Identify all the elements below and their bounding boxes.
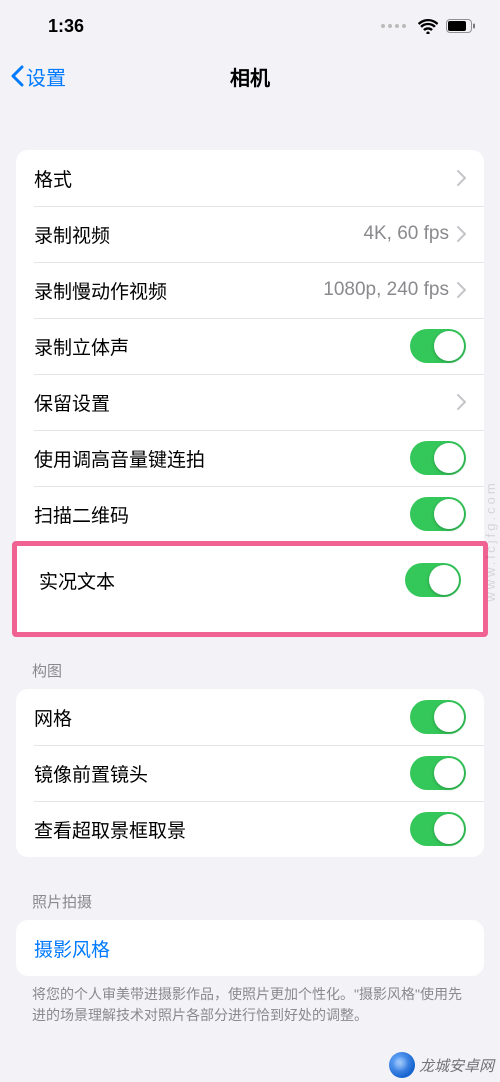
nav-back-label: 设置	[26, 62, 66, 91]
toggle-scan-qr[interactable]	[410, 497, 466, 531]
row-label: 录制立体声	[34, 333, 410, 360]
row-record-video[interactable]: 录制视频 4K, 60 fps	[16, 206, 484, 262]
row-record-slomo[interactable]: 录制慢动作视频 1080p, 240 fps	[16, 262, 484, 318]
chevron-right-icon	[457, 282, 466, 298]
page-title: 相机	[230, 62, 270, 91]
nav-header: 设置 相机	[0, 48, 500, 104]
row-live-text: 实况文本	[17, 552, 483, 608]
highlight-live-text: 实况文本	[12, 541, 488, 637]
settings-group-photo-capture: 摄影风格	[16, 920, 484, 976]
watermark-text: 龙城安卓网	[419, 1055, 494, 1076]
row-label: 摄影风格	[34, 935, 466, 962]
row-detail: 1080p, 240 fps	[323, 279, 449, 301]
row-scan-qr: 扫描二维码	[16, 486, 484, 542]
row-detail: 4K, 60 fps	[363, 223, 449, 245]
row-photographic-styles[interactable]: 摄影风格	[16, 920, 484, 976]
watermark-badge-icon	[389, 1052, 415, 1078]
row-label: 使用调高音量键连拍	[34, 445, 410, 472]
watermark-corner: 龙城安卓网	[389, 1052, 494, 1078]
row-stereo-sound: 录制立体声	[16, 318, 484, 374]
nav-back-button[interactable]: 设置	[0, 62, 66, 91]
row-label: 录制慢动作视频	[34, 277, 323, 304]
settings-group-composition: 网格 镜像前置镜头 查看超取景框取景	[16, 689, 484, 857]
status-icons	[381, 19, 476, 34]
cellular-dots-icon	[381, 24, 406, 28]
row-label: 查看超取景框取景	[34, 816, 410, 843]
status-time: 1:36	[48, 16, 84, 37]
toggle-live-text[interactable]	[405, 563, 461, 597]
toggle-view-outside-frame[interactable]	[410, 812, 466, 846]
row-label: 录制视频	[34, 221, 363, 248]
group-header-photo-capture: 照片拍摄	[0, 857, 500, 920]
toggle-mirror-front[interactable]	[410, 756, 466, 790]
row-label: 保留设置	[34, 389, 457, 416]
row-label: 镜像前置镜头	[34, 760, 410, 787]
watermark-side: www.lcjfg.com	[483, 480, 498, 601]
wifi-icon	[418, 19, 438, 34]
battery-icon	[446, 19, 476, 33]
row-label: 扫描二维码	[34, 501, 410, 528]
chevron-right-icon	[457, 170, 466, 186]
group-footer-photo-capture: 将您的个人审美带进摄影作品，使照片更加个性化。"摄影风格"使用先进的场景理解技术…	[0, 976, 500, 1026]
row-label: 格式	[34, 165, 457, 192]
row-grid: 网格	[16, 689, 484, 745]
row-preserve-settings[interactable]: 保留设置	[16, 374, 484, 430]
row-label: 网格	[34, 704, 410, 731]
chevron-left-icon	[10, 65, 24, 87]
row-volume-burst: 使用调高音量键连拍	[16, 430, 484, 486]
group-header-composition: 构图	[0, 638, 500, 689]
toggle-stereo-sound[interactable]	[410, 329, 466, 363]
row-formats[interactable]: 格式	[16, 150, 484, 206]
status-bar: 1:36	[0, 0, 500, 48]
row-view-outside-frame: 查看超取景框取景	[16, 801, 484, 857]
chevron-right-icon	[457, 226, 466, 242]
row-mirror-front: 镜像前置镜头	[16, 745, 484, 801]
chevron-right-icon	[457, 394, 466, 410]
toggle-grid[interactable]	[410, 700, 466, 734]
toggle-volume-burst[interactable]	[410, 441, 466, 475]
settings-group-main: 格式 录制视频 4K, 60 fps 录制慢动作视频 1080p, 240 fp…	[16, 150, 484, 542]
row-label: 实况文本	[39, 567, 405, 594]
